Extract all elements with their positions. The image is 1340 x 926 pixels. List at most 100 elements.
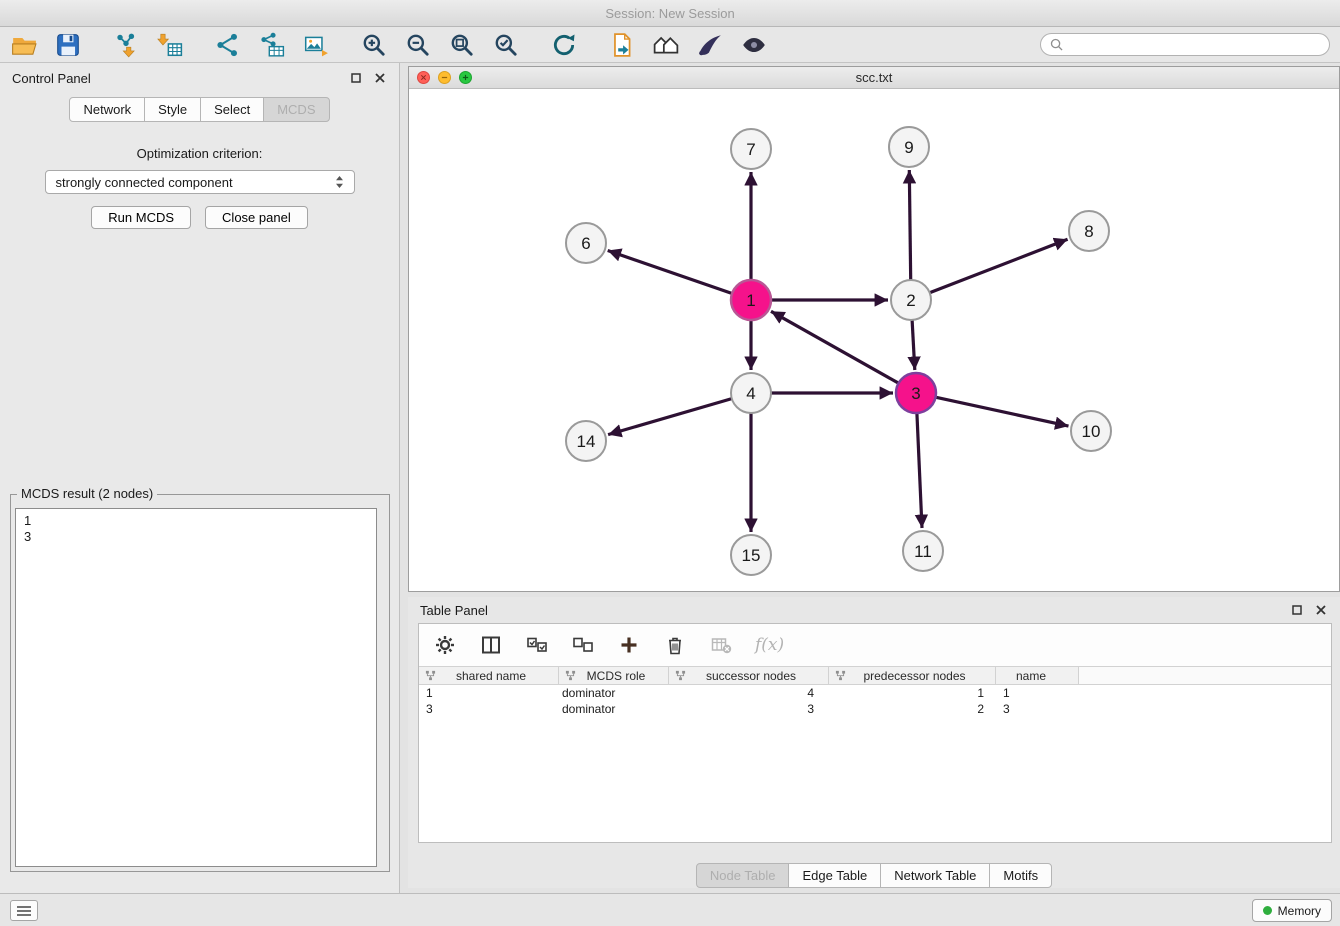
column-tree-icon (565, 670, 576, 681)
column-tree-icon (835, 670, 846, 681)
cell-name[interactable]: 3 (996, 702, 1079, 716)
edge-2-3[interactable] (912, 320, 915, 370)
node-2[interactable]: 2 (891, 280, 931, 320)
tab-motifs[interactable]: Motifs (989, 863, 1052, 888)
select-all-icon[interactable] (525, 633, 549, 657)
edge-4-14[interactable] (608, 399, 732, 435)
node-4[interactable]: 4 (731, 373, 771, 413)
cell-mcds-role[interactable]: dominator (559, 702, 669, 716)
window-title: Session: New Session (605, 6, 734, 21)
open-document-icon[interactable] (608, 31, 636, 59)
network-window-titlebar: scc.txt (409, 67, 1339, 89)
column-tree-icon (675, 670, 686, 681)
column-header-successor-nodes[interactable]: successor nodes (669, 667, 829, 684)
node-10[interactable]: 10 (1071, 411, 1111, 451)
node-1[interactable]: 1 (731, 280, 771, 320)
node-14[interactable]: 14 (566, 421, 606, 461)
close-panel-icon[interactable] (1314, 603, 1328, 617)
function-builder-icon[interactable]: f(x) (755, 635, 784, 655)
float-panel-icon[interactable] (349, 71, 363, 85)
eye-icon[interactable] (740, 31, 768, 59)
add-icon[interactable] (617, 633, 641, 657)
run-mcds-button[interactable]: Run MCDS (91, 206, 191, 229)
new-network-table-icon[interactable] (258, 31, 286, 59)
new-network-icon[interactable] (214, 31, 242, 59)
delete-table-icon[interactable] (709, 633, 733, 657)
node-7[interactable]: 7 (731, 129, 771, 169)
column-header-name[interactable]: name (996, 667, 1079, 684)
node-8[interactable]: 8 (1069, 211, 1109, 251)
open-file-icon[interactable] (10, 31, 38, 59)
toolbar-group (360, 31, 520, 59)
cell-predecessor-nodes[interactable]: 2 (829, 702, 996, 716)
network-svg[interactable]: 7 9 6 8 1 2 4 3 14 10 15 11 (409, 89, 1339, 592)
maximize-window-icon[interactable] (459, 71, 472, 84)
node-3[interactable]: 3 (896, 373, 936, 413)
column-header-filler (1079, 667, 1331, 684)
refresh-icon[interactable] (550, 31, 578, 59)
window-titlebar: Session: New Session (0, 0, 1340, 27)
mcds-result-area[interactable]: 1 3 (15, 508, 377, 867)
panel-list-button[interactable] (10, 900, 38, 921)
network-window: scc.txt 7 9 6 8 1 2 4 3 14 10 15 11 (408, 66, 1340, 592)
import-table-icon[interactable] (156, 31, 184, 59)
close-panel-icon[interactable] (373, 71, 387, 85)
cell-mcds-role[interactable]: dominator (559, 686, 669, 700)
tab-edge-table[interactable]: Edge Table (788, 863, 881, 888)
edge-1-6[interactable] (608, 251, 732, 294)
columns-icon[interactable] (479, 633, 503, 657)
tab-select[interactable]: Select (200, 97, 264, 122)
import-network-icon[interactable] (112, 31, 140, 59)
delete-icon[interactable] (663, 633, 687, 657)
tab-network-table[interactable]: Network Table (880, 863, 990, 888)
column-header-mcds-role[interactable]: MCDS role (559, 667, 669, 684)
column-header-shared-name[interactable]: shared name (419, 667, 559, 684)
svg-text:15: 15 (742, 546, 761, 565)
tab-mcds[interactable]: MCDS (263, 97, 329, 122)
mcds-buttons: Run MCDS Close panel (0, 206, 399, 229)
edge-3-11[interactable] (917, 413, 922, 528)
node-6[interactable]: 6 (566, 223, 606, 263)
node-15[interactable]: 15 (731, 535, 771, 575)
zoom-out-icon[interactable] (404, 31, 432, 59)
close-mcds-panel-button[interactable]: Close panel (205, 206, 308, 229)
cell-successor-nodes[interactable]: 4 (669, 686, 829, 700)
export-image-icon[interactable] (302, 31, 330, 59)
deselect-all-icon[interactable] (571, 633, 595, 657)
float-panel-icon[interactable] (1290, 603, 1304, 617)
zoom-selected-icon[interactable] (492, 31, 520, 59)
zoom-fit-icon[interactable] (448, 31, 476, 59)
search-box[interactable] (1040, 33, 1330, 56)
node-11[interactable]: 11 (903, 531, 943, 571)
settings-icon[interactable] (433, 633, 457, 657)
tab-style[interactable]: Style (144, 97, 201, 122)
column-header-predecessor-nodes[interactable]: predecessor nodes (829, 667, 996, 684)
edge-3-1[interactable] (771, 311, 899, 383)
cell-successor-nodes[interactable]: 3 (669, 702, 829, 716)
search-input[interactable] (1069, 38, 1320, 52)
edge-3-10[interactable] (936, 397, 1069, 426)
close-window-icon[interactable] (417, 71, 430, 84)
memory-button[interactable]: Memory (1252, 899, 1332, 922)
cell-name[interactable]: 1 (996, 686, 1079, 700)
svg-text:7: 7 (746, 140, 755, 159)
minimize-window-icon[interactable] (438, 71, 451, 84)
zoom-in-icon[interactable] (360, 31, 388, 59)
optimization-select[interactable]: strongly connected component (45, 170, 355, 194)
cell-shared-name[interactable]: 3 (419, 702, 559, 716)
control-panel-title: Control Panel (12, 71, 91, 86)
home-icon[interactable] (652, 31, 680, 59)
tab-node-table[interactable]: Node Table (696, 863, 790, 888)
cell-predecessor-nodes[interactable]: 1 (829, 686, 996, 700)
table-row[interactable]: 3 dominator 3 2 3 (419, 701, 1331, 717)
style-icon[interactable] (696, 31, 724, 59)
edge-2-9[interactable] (909, 170, 910, 280)
cell-shared-name[interactable]: 1 (419, 686, 559, 700)
column-tree-icon (425, 670, 436, 681)
edge-2-8[interactable] (930, 239, 1068, 292)
node-9[interactable]: 9 (889, 127, 929, 167)
save-icon[interactable] (54, 31, 82, 59)
tab-network[interactable]: Network (69, 97, 145, 122)
table-row[interactable]: 1 dominator 4 1 1 (419, 685, 1331, 701)
memory-status-icon (1263, 906, 1272, 915)
